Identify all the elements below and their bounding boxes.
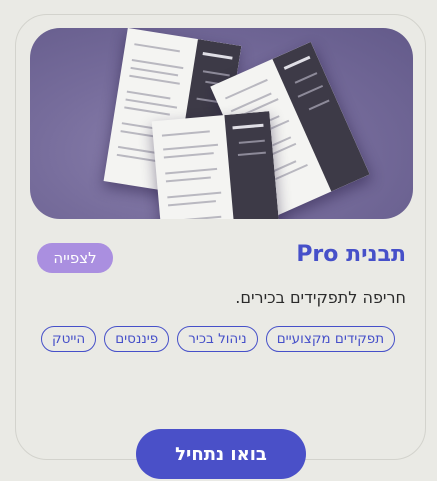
tag-senior-management[interactable]: ניהול בכיר <box>177 326 258 352</box>
tag-list: הייטק פיננסים ניהול בכיר תפקידים מקצועיי… <box>41 326 407 352</box>
tag-professional-roles[interactable]: תפקידים מקצועיים <box>265 326 396 352</box>
preview-button[interactable]: לצפייה <box>37 243 113 273</box>
template-description: חריפה לתפקידים בכירים. <box>235 288 406 307</box>
tag-hitech[interactable]: הייטק <box>41 326 97 352</box>
resume-document-image <box>151 111 283 219</box>
template-title: תבנית Pro <box>296 242 406 267</box>
get-started-button[interactable]: בואו נתחיל <box>136 429 306 479</box>
tag-finance[interactable]: פיננסים <box>104 326 170 352</box>
template-preview-image[interactable] <box>30 28 413 219</box>
